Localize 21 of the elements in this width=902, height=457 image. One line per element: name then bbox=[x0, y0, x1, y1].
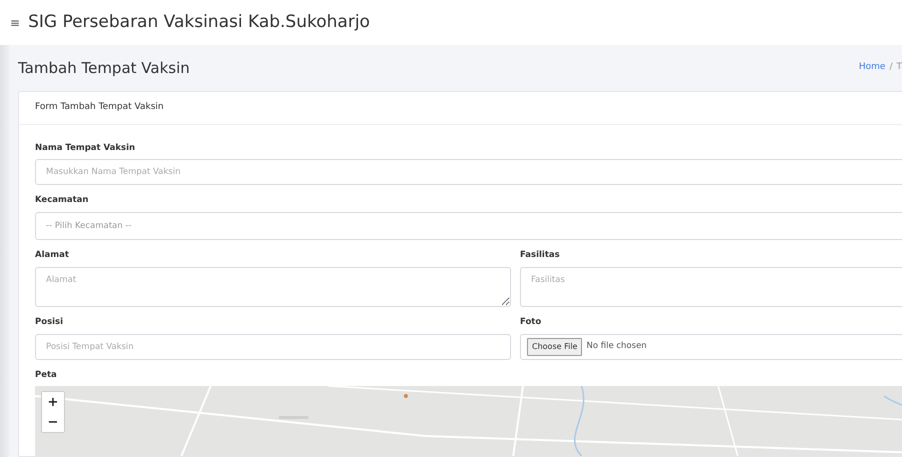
field-label: Nama Tempat Vaksin bbox=[35, 142, 136, 154]
card-title: Form Tambah Tempat Vaksin bbox=[19, 92, 902, 124]
file-field[interactable]: Choose File No file chosen bbox=[520, 334, 902, 360]
field-label: Fasilitas bbox=[520, 249, 560, 262]
field-label: Alamat bbox=[35, 249, 69, 262]
field-label: Peta bbox=[35, 368, 57, 382]
choose-file-button[interactable]: Choose File bbox=[527, 338, 582, 356]
breadcrumb-current: T bbox=[896, 61, 902, 74]
page-title: Tambah Tempat Vaksin bbox=[18, 58, 190, 79]
input-field[interactable]: Masukkan Nama Tempat Vaksin bbox=[35, 159, 902, 186]
field-label: Foto bbox=[520, 316, 542, 328]
text-area[interactable]: Fasilitas bbox=[520, 266, 902, 307]
input-field[interactable]: Posisi Tempat Vaksin bbox=[35, 334, 511, 360]
field-label: Posisi bbox=[35, 316, 64, 328]
text-area[interactable]: Alamat bbox=[35, 266, 511, 307]
menu-icon[interactable]: ≡ bbox=[10, 14, 20, 32]
field-label: Kecamatan bbox=[35, 194, 88, 207]
breadcrumb-separator: / bbox=[889, 61, 892, 74]
file-status: No file chosen bbox=[586, 340, 647, 353]
app-title: SIG Persebaran Vaksinasi Kab.Sukoharjo bbox=[28, 10, 370, 34]
breadcrumb-link[interactable]: Home bbox=[858, 61, 886, 75]
